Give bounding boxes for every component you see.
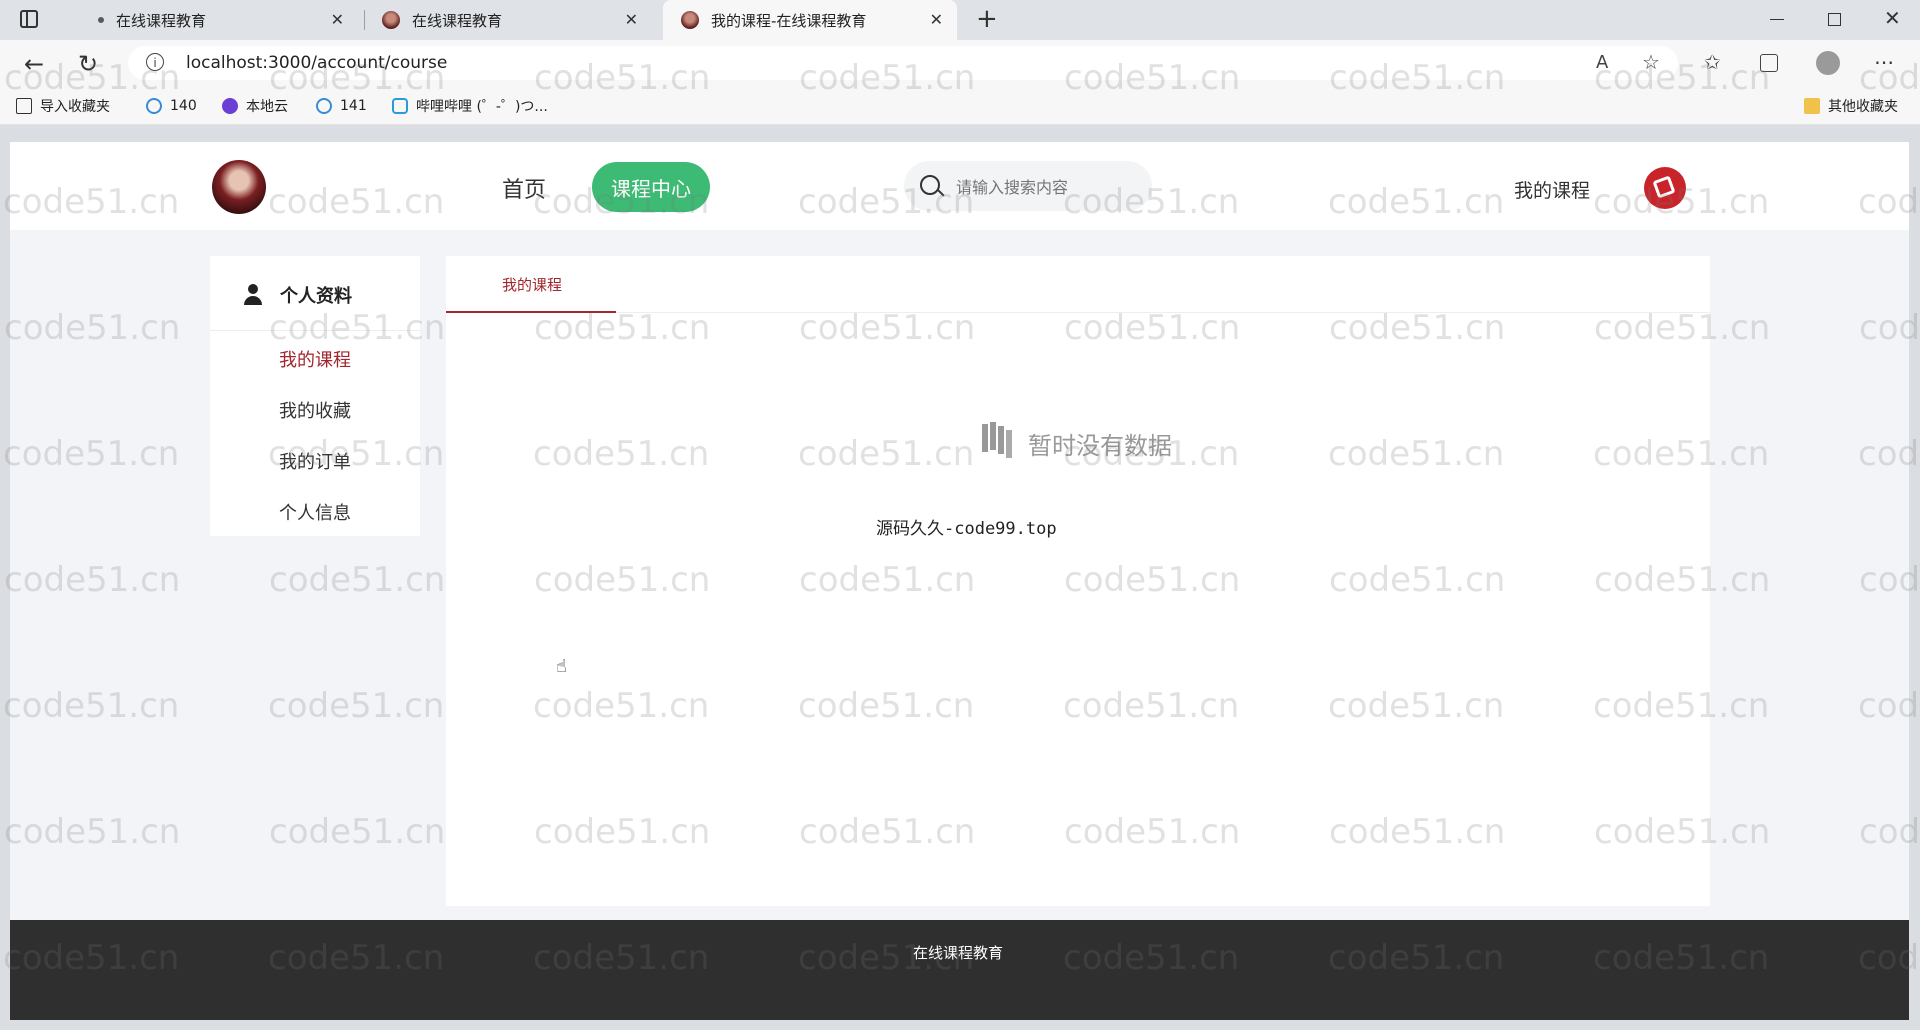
back-icon[interactable]: ← (24, 50, 44, 78)
profile-icon[interactable] (1816, 51, 1840, 75)
address-text[interactable]: localhost:3000/account/course (186, 53, 447, 73)
favorites-icon[interactable]: ✩ (1704, 50, 1721, 74)
tab-3-active[interactable]: 我的课程-在线课程教育 ✕ (663, 0, 957, 40)
sidebar-divider (210, 330, 420, 331)
tab-title: 我的课程-在线课程教育 (711, 11, 867, 30)
bookmark-140[interactable]: 140 (146, 96, 197, 116)
tab-title: 在线课程教育 (412, 11, 503, 30)
tab-1[interactable]: 在线课程教育 ✕ (78, 0, 358, 40)
yahoo-icon (222, 98, 238, 114)
tab-title: 在线课程教育 (116, 11, 207, 30)
folder-icon (1804, 98, 1820, 114)
import-icon (16, 98, 32, 114)
more-menu-icon[interactable]: ⋯ (1874, 50, 1894, 74)
user-icon (248, 284, 258, 294)
collections-icon[interactable] (1760, 54, 1778, 72)
profile-sidebar: 个人资料 我的课程 我的收藏 我的订单 个人信息 (210, 256, 420, 536)
sidebar-toggle-icon[interactable] (20, 10, 38, 28)
avatar-favicon-icon (382, 11, 400, 29)
empty-data-text: 暂时没有数据 (1028, 432, 1172, 460)
bilibili-icon (392, 98, 408, 114)
bookmark-label: 141 (340, 98, 367, 114)
nav-home[interactable]: 首页 (502, 172, 546, 204)
footer-text: 在线课程教育 (913, 944, 1004, 962)
user-avatar[interactable] (1644, 167, 1686, 209)
bookmark-label: 本地云 (246, 99, 288, 115)
bookmark-import[interactable]: 导入收藏夹 (16, 96, 110, 116)
site-logo-avatar[interactable] (212, 160, 266, 214)
bookmark-label: 140 (170, 98, 197, 114)
tab-separator (364, 10, 365, 30)
avatar-favicon-icon (681, 11, 699, 29)
bookmarks-bar (0, 86, 1920, 125)
bookmark-label: 哔哩哔哩 (゜-゜)つ... (416, 99, 548, 115)
loading-dot-icon (98, 17, 104, 23)
restore-icon[interactable] (1828, 13, 1841, 26)
tab-my-course[interactable]: 我的课程 (502, 274, 562, 295)
site-info-icon[interactable]: i (146, 53, 164, 71)
add-favorite-icon[interactable]: ☆ (1642, 50, 1660, 74)
sidebar-title: 个人资料 (280, 286, 352, 307)
sidebar-item-profile-info[interactable]: 个人信息 (210, 499, 420, 525)
read-aloud-icon[interactable]: A (1596, 52, 1608, 73)
search-icon-handle (937, 189, 945, 197)
tab-divider (616, 312, 1710, 313)
main-content-panel: 我的课程 暂时没有数据 源码久久-code99.top (446, 256, 1710, 906)
user-icon-body (244, 296, 262, 305)
sidebar-item-orders[interactable]: 我的订单 (210, 448, 420, 474)
tab-active-underline (446, 311, 616, 313)
empty-data-icon (982, 424, 988, 452)
header-my-course-link[interactable]: 我的课程 (1514, 176, 1590, 203)
bookmark-label: 其他收藏夹 (1828, 99, 1898, 115)
search-box[interactable] (904, 161, 1152, 211)
refresh-icon[interactable]: ↻ (78, 50, 98, 78)
cloud-icon (316, 98, 332, 114)
bookmark-bilibili[interactable]: 哔哩哔哩 (゜-゜)つ... (392, 96, 548, 116)
window-close-icon[interactable]: ✕ (1884, 6, 1901, 30)
course-center-button[interactable]: 课程中心 (592, 162, 710, 212)
bookmark-local-cloud[interactable]: 本地云 (222, 96, 288, 116)
close-icon[interactable]: ✕ (930, 10, 943, 29)
close-icon[interactable]: ✕ (625, 10, 638, 29)
bookmark-label: 导入收藏夹 (40, 99, 110, 115)
search-icon (920, 175, 940, 195)
bookmark-other[interactable]: 其他收藏夹 (1804, 96, 1898, 116)
close-icon[interactable]: ✕ (331, 10, 344, 29)
source-note: 源码久久-code99.top (876, 519, 1057, 539)
brand-logo-icon (1652, 175, 1676, 199)
new-tab-button[interactable]: + (976, 4, 998, 34)
hand-cursor-icon: ☝ (556, 656, 567, 677)
sidebar-item-favorites[interactable]: 我的收藏 (210, 397, 420, 423)
cloud-icon (146, 98, 162, 114)
bookmark-141[interactable]: 141 (316, 96, 367, 116)
sidebar-item-my-course[interactable]: 我的课程 (210, 346, 420, 372)
minimize-icon[interactable] (1770, 19, 1784, 20)
search-input[interactable] (954, 173, 1138, 201)
sidebar-toggle-icon-bar (26, 12, 28, 26)
tab-2[interactable]: 在线课程教育 ✕ (372, 0, 652, 40)
site-footer: 在线课程教育 (10, 920, 1909, 1020)
